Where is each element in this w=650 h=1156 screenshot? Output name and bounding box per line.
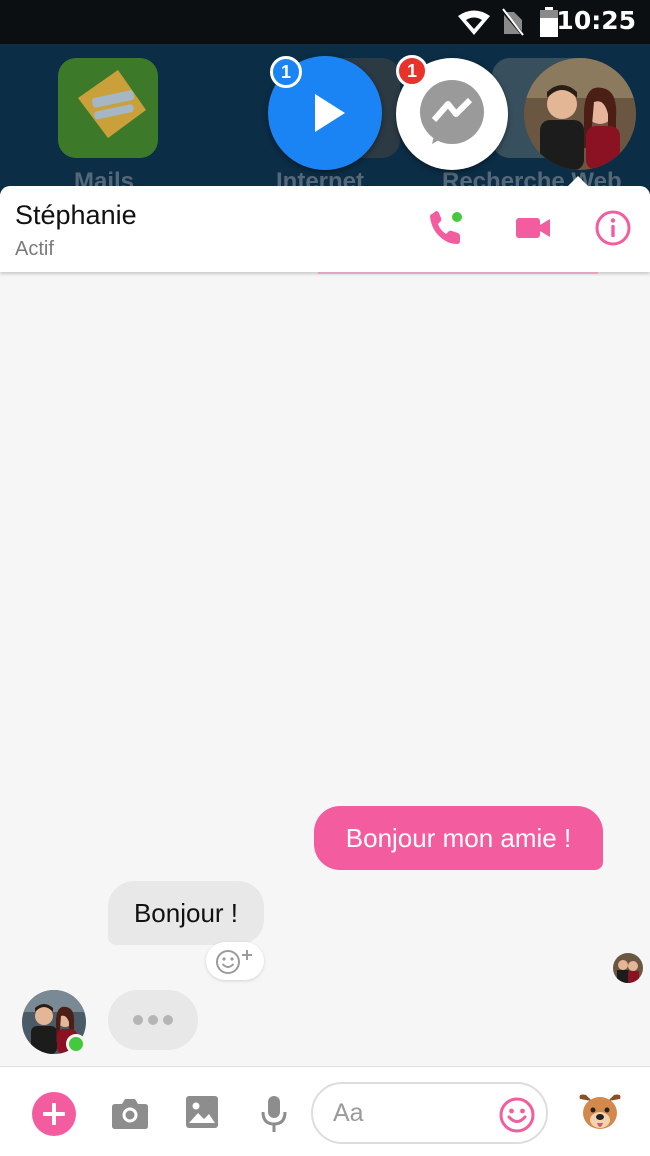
clock: 10:25 <box>556 6 636 35</box>
contact-status: Actif <box>15 238 54 260</box>
camera-icon[interactable] <box>111 1096 149 1130</box>
status-bar: 10:25 <box>0 0 650 44</box>
messenger-chat-head-badge: 1 <box>396 55 428 87</box>
header-divider <box>318 272 598 274</box>
outgoing-message[interactable]: Bonjour mon amie ! <box>314 806 603 870</box>
microphone-icon[interactable] <box>260 1095 288 1133</box>
emoji-icon[interactable] <box>498 1096 536 1134</box>
add-emoji-reaction-icon <box>216 950 252 974</box>
wifi-icon <box>458 10 490 35</box>
video-chat-head-badge: 1 <box>270 56 302 88</box>
phone-icon[interactable] <box>426 208 466 248</box>
incoming-message[interactable]: Bonjour ! <box>108 881 264 945</box>
contact-name[interactable]: Stéphanie <box>15 200 137 231</box>
no-sim-icon <box>502 8 524 36</box>
conversation-header: Stéphanie Actif <box>0 186 650 272</box>
info-icon[interactable] <box>593 208 633 248</box>
contact-chat-head-avatar[interactable] <box>524 58 636 170</box>
typing-indicator <box>108 990 198 1050</box>
seen-receipt-avatar <box>613 953 643 983</box>
battery-icon <box>540 7 558 37</box>
plus-icon[interactable] <box>32 1092 76 1136</box>
message-input[interactable] <box>333 1092 493 1134</box>
image-icon[interactable] <box>185 1095 219 1129</box>
message-input-field[interactable] <box>311 1082 548 1144</box>
message-composer <box>0 1066 650 1156</box>
mails-app-icon <box>58 58 158 158</box>
add-reaction-button[interactable] <box>206 942 264 980</box>
video-call-icon[interactable] <box>513 208 553 248</box>
dog-sticker-icon[interactable] <box>576 1089 624 1137</box>
online-status-dot <box>66 1034 86 1054</box>
